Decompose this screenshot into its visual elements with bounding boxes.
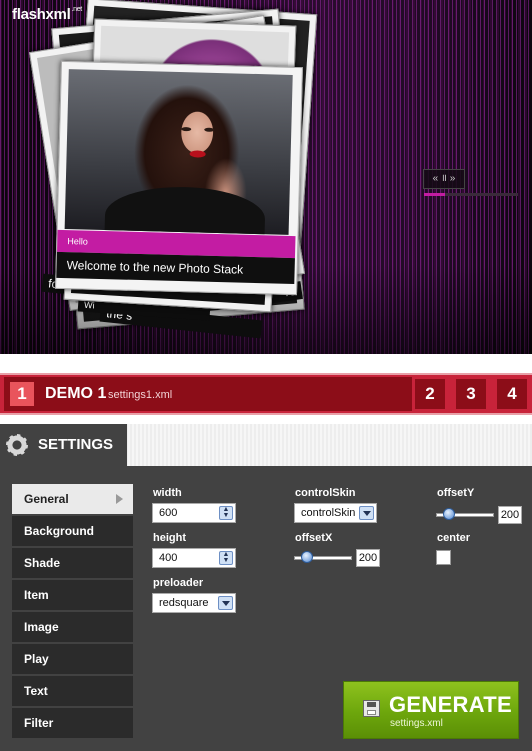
- offsety-slider[interactable]: 200: [436, 506, 526, 524]
- playback-controls[interactable]: « ॥ »: [423, 169, 465, 189]
- menu-item-text[interactable]: Text: [12, 676, 133, 706]
- offsetx-slider[interactable]: 200: [294, 549, 384, 567]
- offsety-label: offsetY: [437, 487, 475, 499]
- demo-4-button[interactable]: 4: [497, 379, 527, 409]
- menu-item-item[interactable]: Item: [12, 580, 133, 610]
- photo-woman: [64, 69, 293, 235]
- generate-sublabel: settings.xml: [390, 718, 443, 729]
- offsetx-value[interactable]: 200: [356, 549, 380, 567]
- generate-label: GENERATE: [389, 692, 513, 717]
- arrow-right-icon: [116, 494, 123, 504]
- settings-tab[interactable]: SETTINGS: [0, 424, 127, 468]
- demo-1-button[interactable]: 1: [10, 382, 34, 406]
- menu-item-filter[interactable]: Filter: [12, 708, 133, 738]
- playback-progress: [424, 193, 518, 196]
- slider-knob[interactable]: [442, 508, 455, 520]
- menu-item-play[interactable]: Play: [12, 644, 133, 674]
- photo-stack-preview[interactable]: flashxml.net fol the s re Wi For FREE He…: [0, 0, 532, 354]
- stack-card-front[interactable]: Hello Welcome to the new Photo Stack: [55, 60, 303, 296]
- preloader-select[interactable]: redsquare: [152, 593, 236, 613]
- demo-3-button[interactable]: 3: [456, 379, 486, 409]
- menu-item-general[interactable]: General: [12, 484, 133, 514]
- slider-knob[interactable]: [300, 551, 313, 563]
- height-stepper[interactable]: 400 ▲ ▼: [152, 548, 236, 568]
- flashxml-logo: flashxml.net: [12, 6, 82, 23]
- chevron-down-icon[interactable]: [218, 596, 233, 610]
- chevron-down-icon[interactable]: [359, 506, 374, 520]
- controlskin-label: controlSkin: [295, 487, 356, 499]
- center-label: center: [437, 532, 471, 544]
- width-label: width: [153, 487, 182, 499]
- preloader-label: preloader: [153, 577, 204, 589]
- caption-welcome: Welcome to the new Photo Stack: [56, 251, 295, 285]
- stepper-arrows-icon[interactable]: ▲ ▼: [219, 506, 233, 520]
- demo-title: DEMO 1: [45, 385, 107, 402]
- settings-menu: General Background Shade Item Image Play…: [12, 484, 133, 740]
- save-disk-icon: [363, 700, 380, 717]
- menu-item-background[interactable]: Background: [12, 516, 133, 546]
- menu-item-image[interactable]: Image: [12, 612, 133, 642]
- controlskin-select[interactable]: controlSkin: [294, 503, 377, 523]
- demo-file: settings1.xml: [108, 389, 173, 401]
- menu-item-shade[interactable]: Shade: [12, 548, 133, 578]
- gear-icon: [6, 434, 28, 456]
- offsetx-label: offsetX: [295, 532, 333, 544]
- center-checkbox[interactable]: [436, 550, 451, 565]
- demo-bar: 1 DEMO 1 settings1.xml 2 3 4: [0, 373, 532, 415]
- demo-2-button[interactable]: 2: [415, 379, 445, 409]
- width-stepper[interactable]: 600 ▲ ▼: [152, 503, 236, 523]
- settings-tab-label: SETTINGS: [38, 436, 114, 453]
- height-label: height: [153, 532, 186, 544]
- offsety-value[interactable]: 200: [498, 506, 522, 524]
- generate-button[interactable]: GENERATE settings.xml: [343, 681, 519, 739]
- stepper-arrows-icon[interactable]: ▲ ▼: [219, 551, 233, 565]
